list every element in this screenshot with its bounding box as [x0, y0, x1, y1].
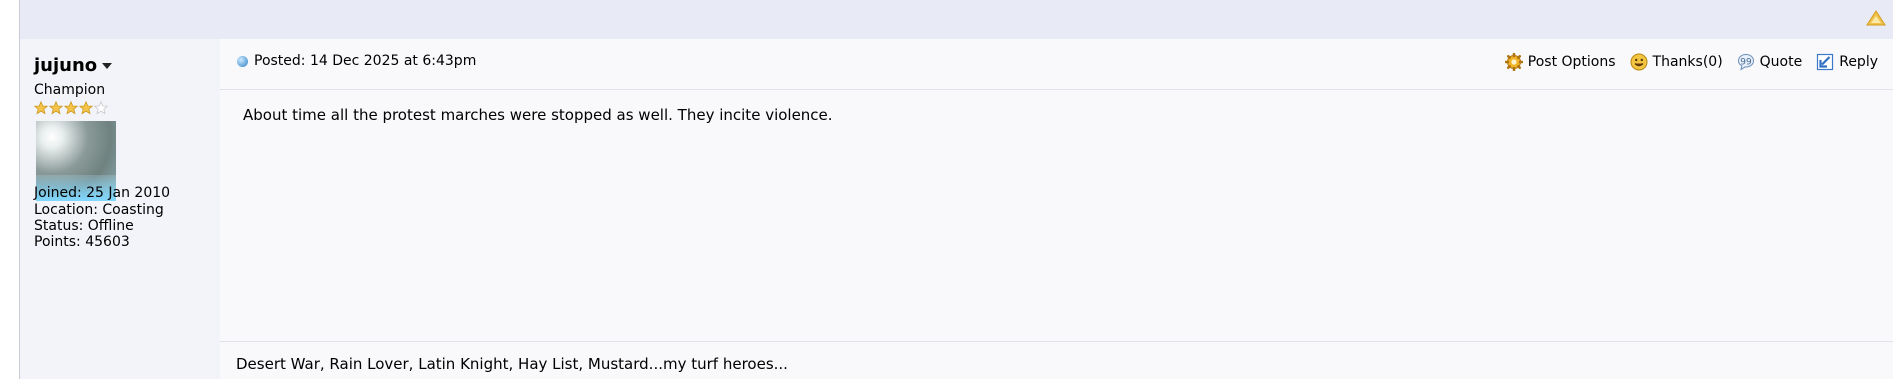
quote-button[interactable]: 99 Quote	[1737, 53, 1803, 71]
reply-button[interactable]: Reply	[1816, 53, 1878, 71]
username-label: jujuno	[34, 55, 98, 76]
post-top-bar	[20, 0, 1893, 39]
svg-text:99: 99	[1740, 58, 1752, 68]
go-to-top-icon[interactable]	[1866, 10, 1886, 26]
thanks-button[interactable]: Thanks(0)	[1630, 53, 1723, 71]
user-joined: Joined: 25 Jan 2010	[34, 185, 171, 201]
quote-bubble-icon: 99	[1737, 53, 1754, 71]
signature-divider	[220, 341, 1893, 342]
user-info-panel: jujuno Champion Joined: 25 Jan 2010 Loca…	[20, 39, 220, 379]
quote-label: Quote	[1759, 54, 1803, 70]
star-filled-icon	[64, 101, 78, 115]
reply-label: Reply	[1839, 54, 1878, 70]
star-filled-icon	[34, 101, 48, 115]
username-dropdown[interactable]: jujuno	[34, 55, 113, 76]
gear-icon	[1504, 53, 1523, 71]
star-filled-icon	[79, 101, 93, 115]
user-rank-title: Champion	[34, 82, 106, 98]
post-header: Posted: 14 Dec 2025 at 6:43pm Post Optio…	[220, 39, 1893, 90]
user-status: Status: Offline	[34, 218, 134, 234]
user-location: Location: Coasting	[34, 202, 164, 218]
post-options-label: Post Options	[1527, 54, 1616, 70]
chevron-down-icon	[102, 63, 113, 69]
user-rank-stars	[34, 101, 108, 115]
post-signature: Desert War, Rain Lover, Latin Knight, Ha…	[236, 355, 788, 373]
star-empty-icon	[94, 101, 108, 115]
post-date-line: Posted: 14 Dec 2025 at 6:43pm	[237, 53, 476, 69]
post-actions: Post Options Thanks(0) 99 Quote Reply	[1504, 53, 1878, 71]
user-points: Points: 45603	[34, 234, 130, 250]
post-status-dot-icon	[237, 55, 248, 67]
post-date: Posted: 14 Dec 2025 at 6:43pm	[254, 53, 477, 69]
smiley-icon	[1630, 53, 1648, 71]
reply-arrow-icon	[1817, 53, 1834, 71]
post-panel: Posted: 14 Dec 2025 at 6:43pm Post Optio…	[220, 39, 1893, 379]
star-filled-icon	[49, 101, 63, 115]
forum-post-frame: jujuno Champion Joined: 25 Jan 2010 Loca…	[19, 0, 1893, 379]
post-options-button[interactable]: Post Options	[1504, 53, 1616, 71]
post-body: About time all the protest marches were …	[243, 106, 833, 124]
thanks-label: Thanks(0)	[1652, 54, 1723, 70]
